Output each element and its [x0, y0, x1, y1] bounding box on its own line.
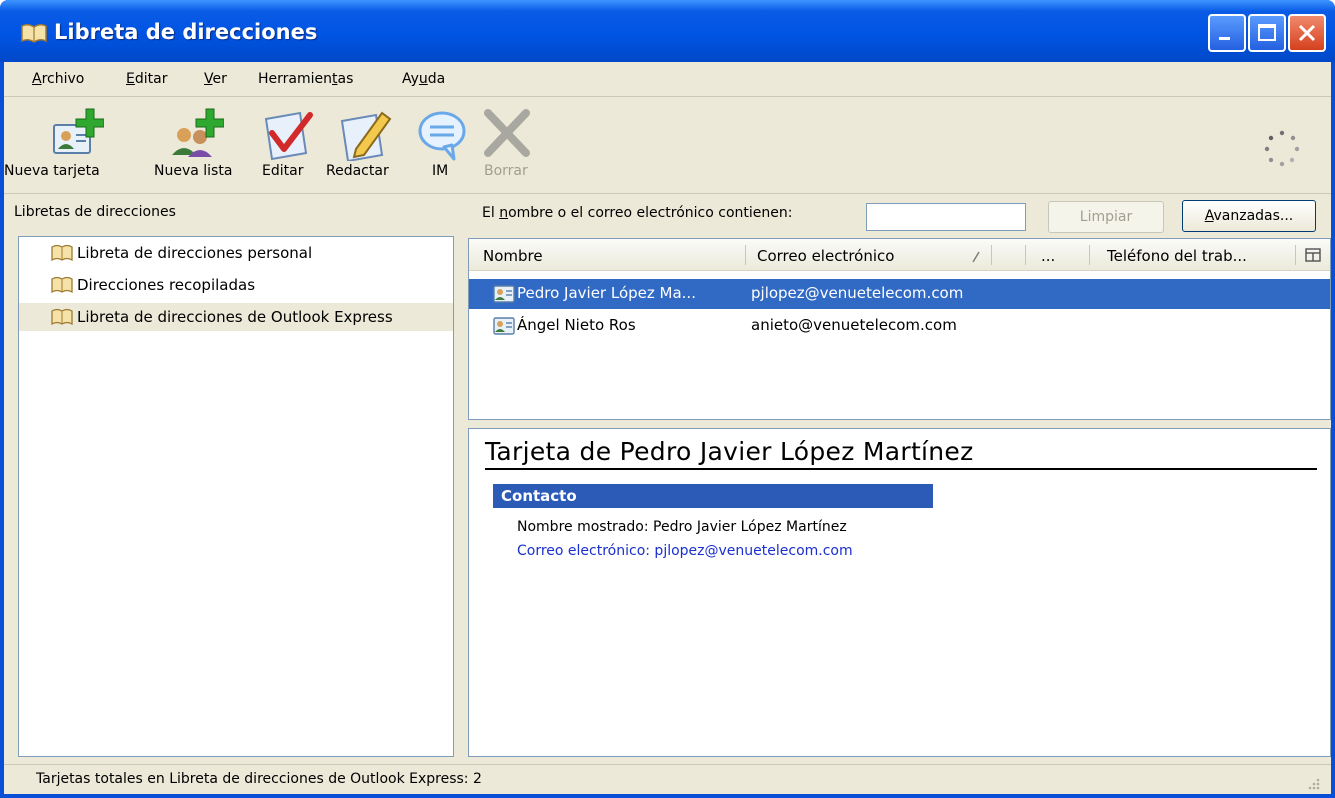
new-card-button[interactable]: Nueva tarjeta	[4, 97, 150, 189]
column-divider[interactable]	[1025, 245, 1026, 265]
book-icon	[51, 244, 73, 262]
new-list-icon	[172, 108, 224, 157]
advanced-search-button[interactable]: Avanzadas...	[1182, 200, 1316, 232]
column-picker-icon[interactable]	[1305, 248, 1321, 262]
menu-archivo[interactable]: Archivo	[32, 71, 84, 87]
contact-card-icon	[493, 317, 515, 335]
address-books-heading: Libretas de direcciones	[14, 204, 176, 220]
new-list-label: Nueva lista	[154, 163, 233, 179]
address-book-window: Libreta de direcciones Archivo Editar Ve…	[0, 0, 1335, 798]
display-name-value: Nombre mostrado: Pedro Javier López Mart…	[517, 519, 847, 535]
maximize-icon	[1258, 24, 1276, 41]
compose-label: Redactar	[326, 163, 389, 179]
row-name: Pedro Javier López Ma...	[517, 284, 696, 302]
edit-label: Editar	[262, 163, 304, 179]
email-link[interactable]: Correo electrónico: pjlopez@venuetelecom…	[517, 543, 853, 559]
column-divider[interactable]	[991, 245, 992, 265]
column-header-work-phone[interactable]: Teléfono del trab...	[1107, 247, 1247, 265]
delete-label: Borrar	[484, 163, 528, 179]
row-email: anieto@venuetelecom.com	[751, 316, 957, 334]
im-label: IM	[432, 163, 449, 179]
column-divider[interactable]	[745, 245, 746, 265]
minimize-button[interactable]	[1208, 14, 1246, 52]
new-card-label: Nueva tarjeta	[4, 163, 100, 179]
title-bar[interactable]: Libreta de direcciones	[0, 0, 1335, 62]
address-books-tree[interactable]: Libreta de direcciones personal Direccio…	[18, 236, 454, 757]
tree-item-outlook-express[interactable]: Libreta de direcciones de Outlook Expres…	[19, 303, 453, 331]
search-label: El nombre o el correo electrónico contie…	[482, 205, 793, 221]
column-header-more[interactable]: ...	[1041, 247, 1055, 265]
book-icon	[51, 276, 73, 294]
close-button[interactable]	[1288, 14, 1326, 52]
column-divider[interactable]	[1295, 245, 1296, 265]
sort-indicator-icon	[972, 251, 980, 263]
edit-button[interactable]: Editar	[256, 97, 320, 189]
card-preview-pane: Tarjeta de Pedro Javier López Martínez C…	[468, 428, 1331, 757]
im-button[interactable]: IM	[414, 97, 470, 189]
compose-button[interactable]: Redactar	[322, 97, 412, 189]
column-header-name[interactable]: Nombre	[483, 247, 543, 265]
activity-throbber-icon	[1264, 130, 1300, 167]
menu-bar: Archivo Editar Ver Herramientas Ayuda	[4, 62, 1331, 97]
compose-pencil-icon	[340, 111, 392, 161]
status-bar: Tarjetas totales en Libreta de direccion…	[4, 764, 1331, 795]
maximize-button[interactable]	[1248, 14, 1286, 52]
clear-button[interactable]: Limpiar	[1048, 201, 1164, 233]
table-header: Nombre Correo electrónico ... Teléfono d…	[469, 239, 1330, 271]
window-title: Libreta de direcciones	[54, 20, 318, 44]
tree-item-personal[interactable]: Libreta de direcciones personal	[19, 239, 453, 267]
delete-button[interactable]: Borrar	[474, 97, 540, 189]
chat-bubble-icon	[418, 111, 466, 161]
tree-item-label: Direcciones recopiladas	[77, 276, 256, 294]
column-header-email[interactable]: Correo electrónico	[757, 247, 894, 265]
minimize-icon	[1219, 37, 1230, 40]
toolbar: Nueva tarjeta Nueva lista Editar Redacta…	[4, 97, 1331, 194]
cards-table[interactable]: Nombre Correo electrónico ... Teléfono d…	[468, 238, 1331, 420]
table-row[interactable]: Pedro Javier López Ma... pjlopez@venuete…	[469, 279, 1330, 309]
new-list-button[interactable]: Nueva lista	[150, 97, 250, 189]
card-title: Tarjeta de Pedro Javier López Martínez	[485, 437, 1317, 470]
column-divider[interactable]	[1089, 245, 1090, 265]
new-card-icon	[53, 108, 104, 154]
resize-grip-icon[interactable]	[1302, 774, 1322, 792]
tree-item-label: Libreta de direcciones de Outlook Expres…	[77, 308, 393, 326]
menu-editar[interactable]: Editar	[126, 71, 167, 87]
delete-x-icon	[484, 109, 530, 157]
row-email: pjlopez@venuetelecom.com	[751, 284, 964, 302]
contact-card-icon	[493, 285, 515, 303]
menu-ayuda[interactable]: Ayuda	[402, 71, 445, 87]
table-row[interactable]: Ángel Nieto Ros anieto@venuetelecom.com	[469, 311, 1330, 341]
status-text: Tarjetas totales en Libreta de direccion…	[36, 771, 482, 787]
edit-check-icon	[264, 111, 313, 161]
menu-ver[interactable]: Ver	[204, 71, 227, 87]
tree-item-label: Libreta de direcciones personal	[77, 244, 313, 262]
row-name: Ángel Nieto Ros	[517, 316, 636, 334]
contact-section-heading: Contacto	[493, 484, 933, 508]
menu-herramientas[interactable]: Herramientas	[258, 71, 353, 87]
tree-item-collected[interactable]: Direcciones recopiladas	[19, 271, 453, 299]
search-input[interactable]	[866, 203, 1026, 231]
book-icon	[51, 308, 73, 326]
close-icon	[1298, 24, 1316, 42]
address-book-icon	[21, 23, 47, 43]
